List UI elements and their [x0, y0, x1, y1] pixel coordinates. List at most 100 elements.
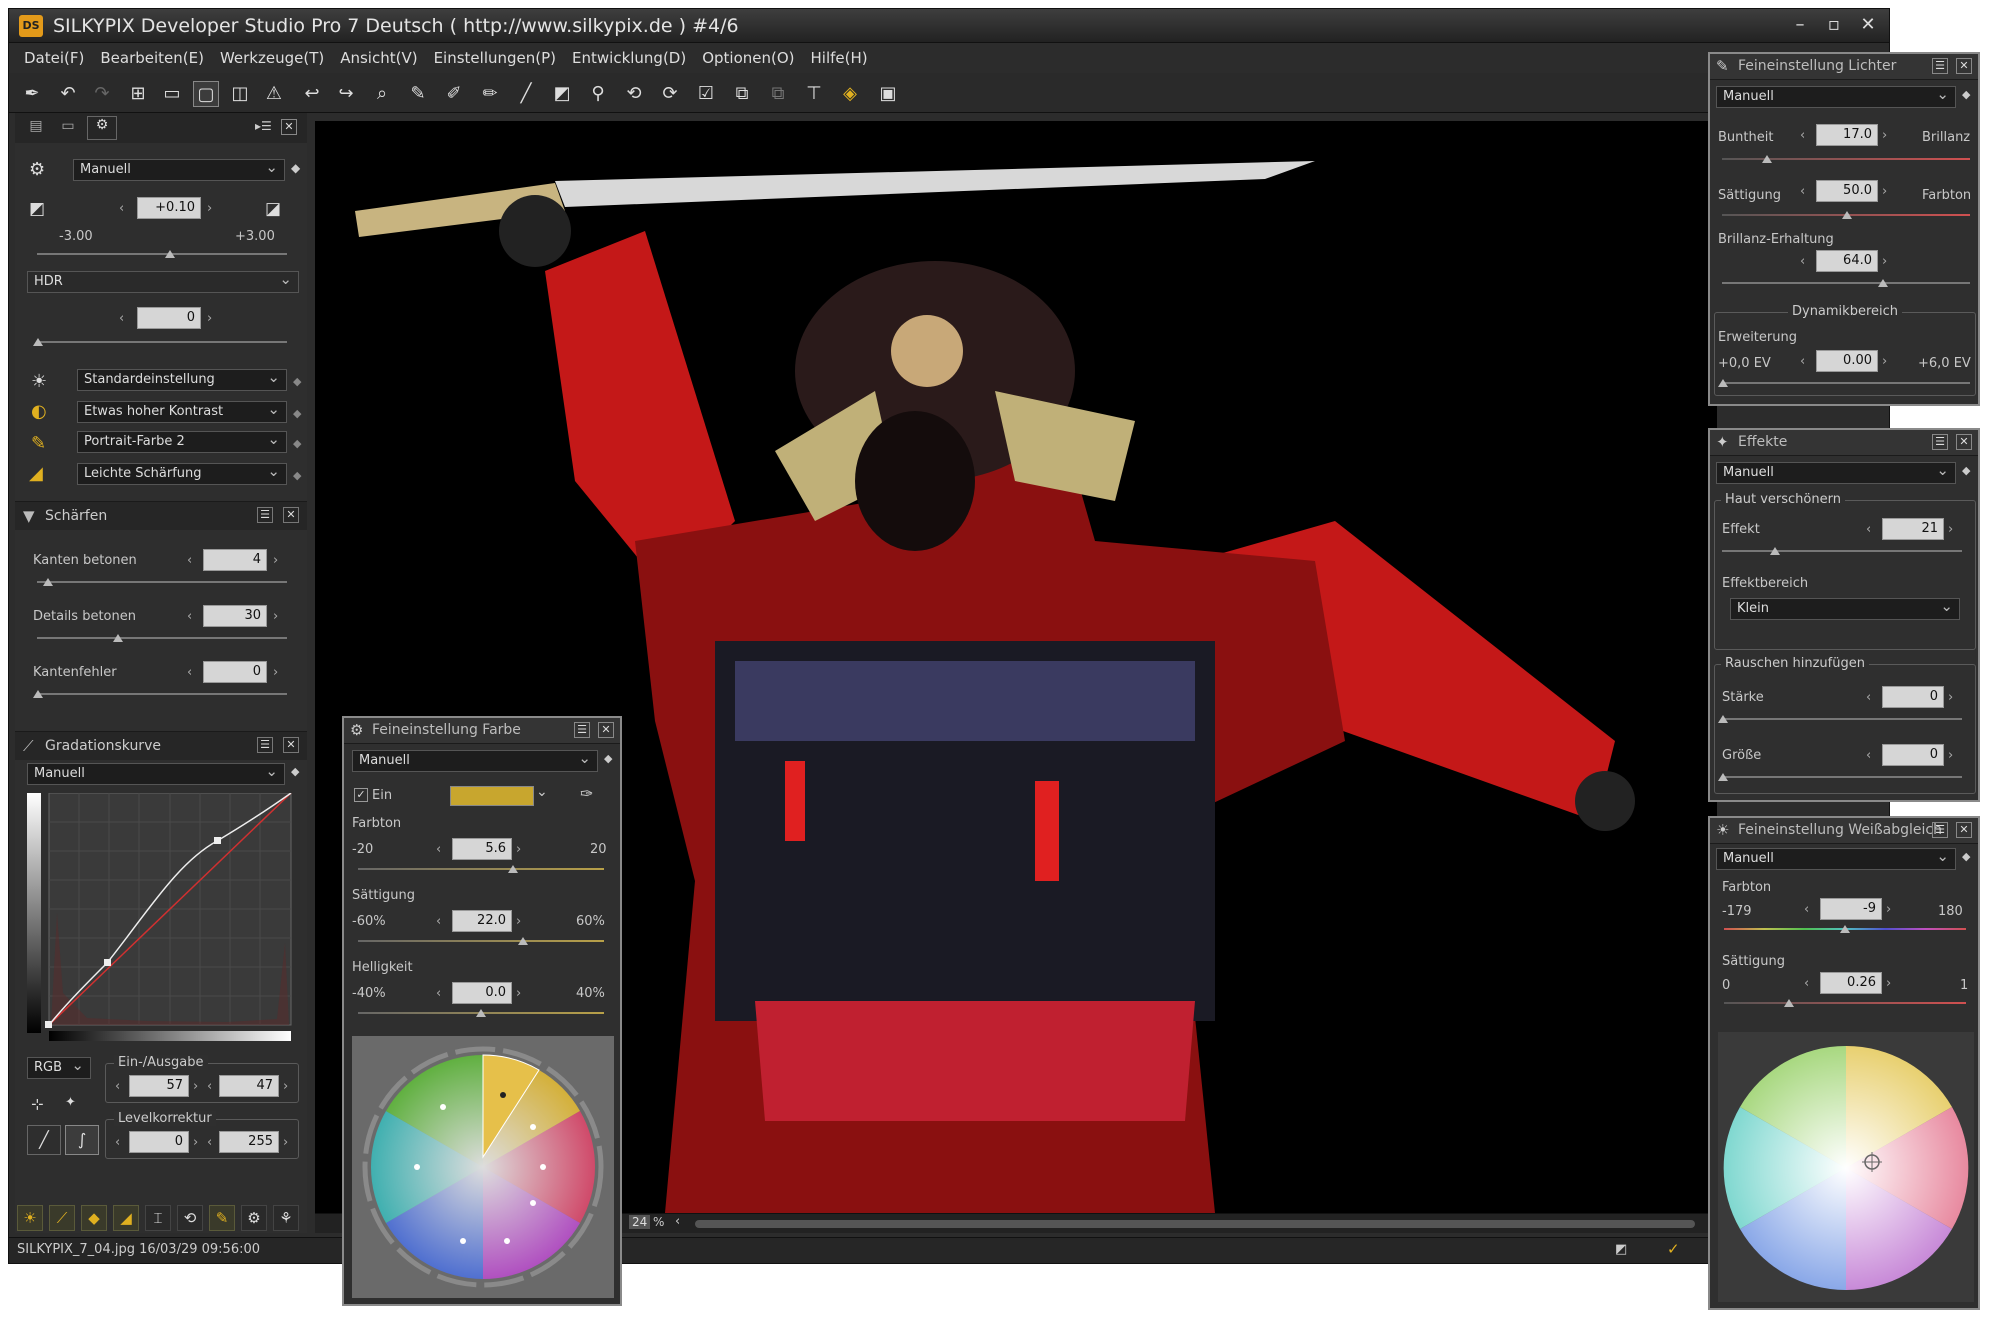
wb-hue-increase-icon[interactable]: ›	[1886, 902, 1891, 917]
spline-curve-icon[interactable]: ∫	[65, 1125, 99, 1155]
menu-hilfe[interactable]: Hilfe(H)	[804, 45, 877, 71]
undo-icon[interactable]: ↶	[55, 81, 81, 107]
hdr-decrease-icon[interactable]: ‹	[119, 311, 124, 326]
level-high-value[interactable]: 255	[219, 1131, 279, 1153]
detail-slider[interactable]	[37, 634, 287, 642]
enable-checkbox[interactable]: ✓	[354, 788, 368, 802]
pin-icon[interactable]: ◆	[293, 375, 301, 388]
vividness-decrease-icon[interactable]: ‹	[1800, 128, 1805, 143]
wb-tool-icon[interactable]: ☀	[17, 1205, 43, 1231]
effects-preset-select[interactable]: Manuell	[1716, 462, 1956, 484]
curve-preset-select[interactable]: Manuell	[27, 763, 285, 785]
extension-value[interactable]: 0.00	[1816, 350, 1878, 372]
hue-decrease-icon[interactable]: ‹	[436, 842, 441, 857]
close-icon[interactable]: ✕	[283, 737, 299, 753]
size-decrease-icon[interactable]: ‹	[1866, 748, 1871, 763]
sharp-tool-icon[interactable]: ◢	[113, 1205, 139, 1231]
menu-optionen[interactable]: Optionen(O)	[695, 45, 803, 71]
grid-view-icon[interactable]: ⊞	[125, 81, 151, 107]
status-check-icon[interactable]: ✓	[1667, 1240, 1680, 1258]
gear-icon[interactable]: ⚙	[29, 159, 45, 180]
preset-select[interactable]: Manuell	[73, 159, 285, 181]
check-icon[interactable]: ☑	[693, 81, 719, 107]
wb-saturation-value[interactable]: 0.26	[1820, 972, 1882, 994]
io-in-decrease-icon[interactable]: ‹	[115, 1079, 120, 1094]
extension-increase-icon[interactable]: ›	[1882, 354, 1887, 369]
hdr-value[interactable]: 0	[137, 307, 201, 329]
size-slider[interactable]	[1718, 773, 1962, 781]
share-tool-icon[interactable]: ⚘	[273, 1205, 299, 1231]
eyedropper-icon[interactable]: ✑	[580, 784, 593, 803]
pin-icon[interactable]: ◆	[1962, 850, 1970, 863]
saturation-increase-icon[interactable]: ›	[516, 914, 521, 929]
linear-curve-icon[interactable]: ╱	[27, 1125, 61, 1155]
hue-increase-icon[interactable]: ›	[516, 842, 521, 857]
paste-params-icon[interactable]: ⧉	[765, 81, 791, 107]
saturation-value[interactable]: 22.0	[452, 910, 512, 932]
color-tool-icon[interactable]: ◆	[81, 1205, 107, 1231]
level-low-increase-icon[interactable]: ›	[193, 1135, 198, 1150]
single-view-icon[interactable]: ▢	[193, 81, 219, 107]
vividness-slider[interactable]	[1722, 155, 1970, 163]
preset-pin-icon[interactable]: ◆	[291, 161, 300, 175]
brilliance-keep-value[interactable]: 64.0	[1816, 250, 1878, 272]
brilliance-keep-slider[interactable]	[1722, 279, 1970, 287]
horizontal-scrollbar[interactable]	[695, 1220, 1695, 1228]
menu-icon[interactable]: ☰	[257, 507, 273, 523]
lightness-value[interactable]: 0.0	[452, 982, 512, 1004]
copy-params-icon[interactable]: ⧉	[729, 81, 755, 107]
wb-hue-decrease-icon[interactable]: ‹	[1804, 902, 1809, 917]
close-icon[interactable]: ✕	[1956, 58, 1972, 74]
effect-increase-icon[interactable]: ›	[1948, 522, 1953, 537]
vividness-value[interactable]: 17.0	[1816, 124, 1878, 146]
hl-saturation-increase-icon[interactable]: ›	[1882, 184, 1887, 199]
pin-icon[interactable]: ◆	[293, 407, 301, 420]
crop-tool-icon[interactable]: ⌶	[145, 1205, 171, 1231]
menu-entwicklung[interactable]: Entwicklung(D)	[565, 45, 695, 71]
zoom-value[interactable]: 24	[629, 1215, 651, 1229]
menu-icon[interactable]: ☰	[1932, 58, 1948, 74]
menu-einstellungen[interactable]: Einstellungen(P)	[427, 45, 565, 71]
pin-icon[interactable]: ◆	[1962, 88, 1970, 101]
style-color-select[interactable]: Portrait-Farbe 2	[77, 431, 287, 453]
curve-header[interactable]: ⟋ Gradationskurve ☰ ✕	[15, 732, 307, 760]
level-low-decrease-icon[interactable]: ‹	[115, 1135, 120, 1150]
sharpen-header[interactable]: ▼ Schärfen ☰ ✕	[15, 502, 307, 530]
detail-increase-icon[interactable]: ›	[273, 609, 278, 624]
fill-icon[interactable]: ◩	[549, 81, 575, 107]
menu-ansicht[interactable]: Ansicht(V)	[333, 45, 426, 71]
develop-icon[interactable]: ✒	[19, 81, 45, 107]
brush-icon[interactable]: ✐	[441, 81, 467, 107]
hl-saturation-value[interactable]: 50.0	[1816, 180, 1878, 202]
menu-icon[interactable]: ☰	[574, 722, 590, 738]
pin-icon[interactable]: ◆	[293, 469, 301, 482]
style-contrast-select[interactable]: Etwas hoher Kontrast	[77, 401, 287, 423]
hue-value[interactable]: 5.6	[452, 838, 512, 860]
wb-saturation-slider[interactable]	[1724, 999, 1966, 1007]
keep-increase-icon[interactable]: ›	[1882, 254, 1887, 269]
io-out-increase-icon[interactable]: ›	[283, 1079, 288, 1094]
eraser-icon[interactable]: ✏	[477, 81, 503, 107]
highlights-preset-select[interactable]: Manuell	[1716, 86, 1956, 108]
next-icon[interactable]: ↪	[333, 81, 359, 107]
exposure-increase-icon[interactable]: ›	[207, 201, 212, 216]
extension-slider[interactable]	[1718, 379, 1970, 387]
close-icon[interactable]: ✕	[1855, 13, 1881, 37]
edge-slider[interactable]	[37, 578, 287, 586]
ds-icon[interactable]: ◈	[837, 81, 863, 107]
channel-select[interactable]: RGB	[27, 1057, 91, 1079]
io-out-decrease-icon[interactable]: ‹	[207, 1079, 212, 1094]
hdr-increase-icon[interactable]: ›	[207, 311, 212, 326]
wb-color-wheel[interactable]	[1718, 1032, 1974, 1302]
fine-highlights-header[interactable]: ✎ Feineinstellung Lichter ☰ ✕	[1710, 54, 1978, 80]
rotate-right-icon[interactable]: ⟳	[657, 81, 683, 107]
menu-bearbeiten[interactable]: Bearbeiten(E)	[93, 45, 213, 71]
edge-error-slider[interactable]	[33, 690, 287, 698]
color-wheel[interactable]	[352, 1036, 614, 1298]
exposure-decrease-icon[interactable]: ‹	[119, 201, 124, 216]
strength-increase-icon[interactable]: ›	[1948, 690, 1953, 705]
curve-point-icon[interactable]: ⊹	[31, 1095, 44, 1113]
picker-icon[interactable]: ⚲	[585, 81, 611, 107]
level-high-increase-icon[interactable]: ›	[283, 1135, 288, 1150]
swatch-dropdown-icon[interactable]: ⌄	[536, 784, 548, 800]
